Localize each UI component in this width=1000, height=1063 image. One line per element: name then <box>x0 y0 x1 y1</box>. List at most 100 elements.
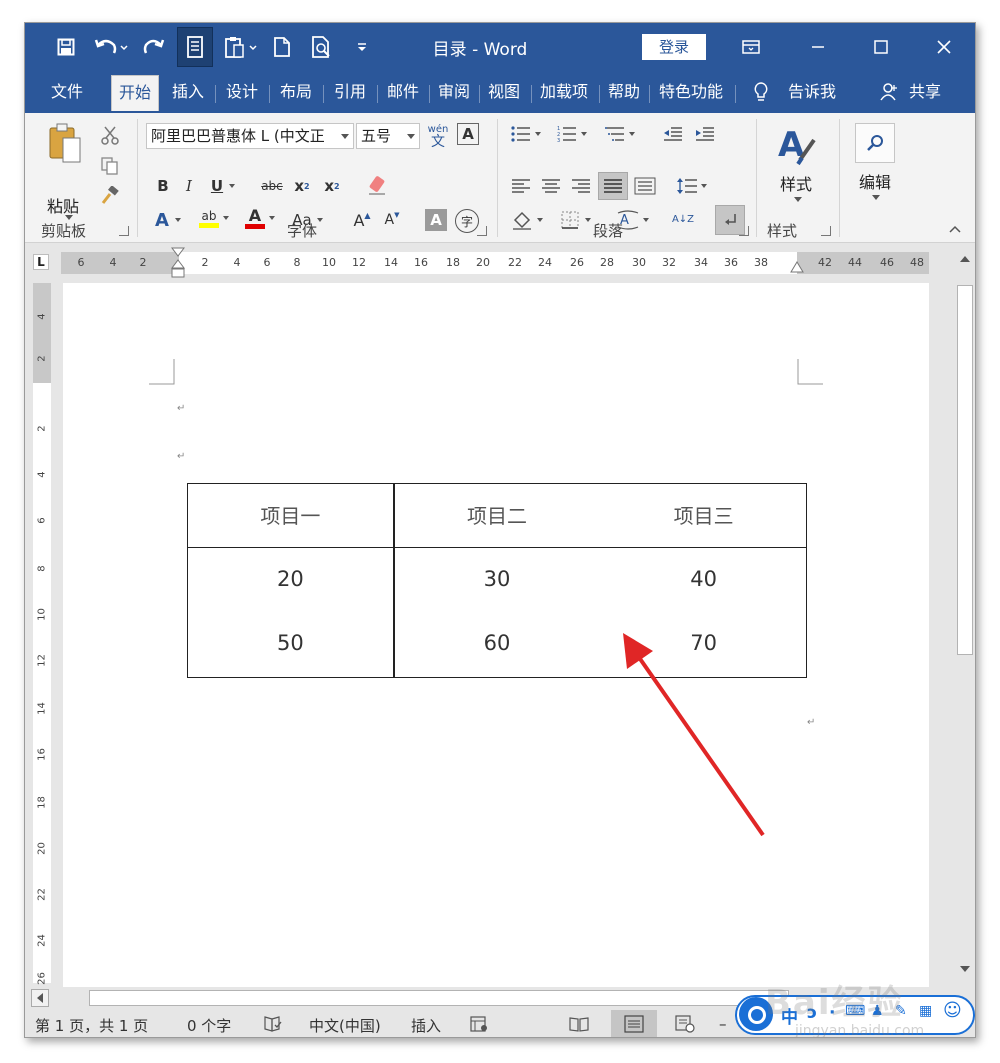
table-cell[interactable]: 50 <box>187 611 394 675</box>
tab-review[interactable]: 审阅 <box>431 75 477 111</box>
char-border-button[interactable]: A <box>457 123 479 145</box>
close-icon[interactable] <box>922 31 966 63</box>
minimize-icon[interactable] <box>796 31 840 63</box>
proofing-icon[interactable] <box>263 1015 283 1033</box>
clear-formatting-icon[interactable] <box>365 173 389 197</box>
macro-record-icon[interactable] <box>469 1015 489 1033</box>
tab-featured[interactable]: 特色功能 <box>651 75 731 111</box>
vertical-scrollbar[interactable] <box>953 249 975 987</box>
language-indicator[interactable]: 中文(中国) <box>309 1015 381 1036</box>
tab-insert[interactable]: 插入 <box>165 75 211 111</box>
font-launcher-icon[interactable] <box>477 226 487 236</box>
editing-button-label[interactable]: 编辑 <box>859 169 891 193</box>
tab-layout[interactable]: 布局 <box>273 75 319 111</box>
redo-icon[interactable] <box>141 31 167 63</box>
decrease-indent-icon[interactable] <box>661 123 685 145</box>
share-button[interactable]: 共享 <box>905 75 945 111</box>
bold-button[interactable]: B <box>153 175 173 197</box>
font-size-select[interactable]: 五号 <box>356 123 420 149</box>
vertical-ruler[interactable]: 4 2 2 4 6 8 10 12 14 16 18 20 22 24 26 <box>33 283 51 985</box>
phonetic-guide-button[interactable]: wén 文 <box>425 121 451 151</box>
ribbon-display-icon[interactable] <box>729 31 773 63</box>
grow-font-button[interactable]: A ▲ <box>351 209 373 231</box>
tab-design[interactable]: 设计 <box>219 75 265 111</box>
customize-toolbar-icon[interactable] <box>353 31 371 63</box>
editing-dropdown-icon[interactable] <box>871 193 881 201</box>
page-count[interactable]: 第 1 页，共 1 页 <box>35 1015 148 1036</box>
share-person-icon[interactable] <box>877 75 901 111</box>
borders-icon[interactable] <box>557 209 591 231</box>
login-button[interactable]: 登录 <box>642 34 706 60</box>
print-layout-view-button[interactable] <box>611 1010 657 1037</box>
table-cell[interactable]: 40 <box>600 547 807 611</box>
superscript-button[interactable]: x2 <box>321 175 343 197</box>
ime-grid-icon[interactable]: ▦ <box>919 1003 932 1019</box>
cut-icon[interactable] <box>99 125 121 147</box>
horizontal-scroll-thumb[interactable] <box>89 990 789 1006</box>
undo-icon[interactable] <box>91 31 131 63</box>
styles-launcher-icon[interactable] <box>821 226 831 236</box>
format-painter-icon[interactable] <box>99 185 121 207</box>
clipboard-launcher-icon[interactable] <box>119 226 129 236</box>
text-effects-button[interactable]: A <box>151 209 181 231</box>
insert-mode[interactable]: 插入 <box>411 1015 441 1036</box>
clipboard-icon[interactable] <box>221 31 261 63</box>
shrink-font-button[interactable]: A ▼ <box>381 209 403 231</box>
shading-icon[interactable] <box>509 209 543 231</box>
copy-icon[interactable] <box>99 155 121 177</box>
paste-label[interactable]: 粘贴 <box>47 193 79 217</box>
char-shading-button[interactable]: A <box>425 209 447 231</box>
styles-dropdown-icon[interactable] <box>793 195 803 203</box>
sort-icon[interactable]: A↓Z <box>671 207 695 233</box>
ime-smile-icon[interactable]: ☺ <box>943 1000 962 1021</box>
word-count[interactable]: 0 个字 <box>187 1015 231 1036</box>
table-header-cell[interactable]: 项目二 <box>393 483 601 548</box>
increase-indent-icon[interactable] <box>693 123 717 145</box>
read-mode-view-icon[interactable] <box>569 1015 589 1033</box>
tab-selector[interactable]: L <box>33 254 49 270</box>
horizontal-ruler[interactable]: L 6 4 2 2 4 6 8 10 12 14 16 18 20 22 24 26 28 30 32 34 36 38 4… <box>25 244 975 280</box>
table-cell[interactable]: 20 <box>187 547 394 611</box>
tab-references[interactable]: 引用 <box>327 75 373 111</box>
tab-mailings[interactable]: 邮件 <box>380 75 426 111</box>
italic-button[interactable]: I <box>179 175 199 197</box>
align-center-icon[interactable] <box>539 175 563 197</box>
indent-markers-left[interactable] <box>168 246 188 280</box>
maximize-icon[interactable] <box>859 31 903 63</box>
save-icon[interactable] <box>51 31 81 63</box>
strikethrough-button[interactable]: abc <box>258 175 286 197</box>
find-icon[interactable] <box>855 123 895 163</box>
multilevel-list-icon[interactable] <box>603 123 635 145</box>
tab-addins[interactable]: 加载项 <box>533 75 595 111</box>
numbering-icon[interactable]: 123 <box>555 123 587 145</box>
align-right-icon[interactable] <box>569 175 593 197</box>
lightbulb-icon[interactable] <box>749 75 773 111</box>
line-spacing-icon[interactable] <box>675 175 707 197</box>
align-left-icon[interactable] <box>509 175 533 197</box>
table-cell[interactable]: 30 <box>394 547 601 611</box>
paragraph-launcher-icon[interactable] <box>739 226 749 236</box>
paste-icon[interactable] <box>45 121 85 165</box>
web-layout-icon[interactable] <box>675 1015 695 1033</box>
tab-home[interactable]: 开始 <box>111 75 159 111</box>
zoom-out-button[interactable]: – <box>719 1015 727 1033</box>
scroll-up-icon[interactable] <box>955 249 975 269</box>
read-mode-icon[interactable] <box>177 27 213 67</box>
document-page[interactable]: ↵ ↵ ↵ 项目一 项目二 项目三 20 30 40 50 60 70 <box>63 283 929 987</box>
scroll-down-icon[interactable] <box>955 959 975 979</box>
table-header-cell[interactable]: 项目一 <box>187 483 394 548</box>
styles-icon[interactable]: A <box>775 121 819 169</box>
scroll-thumb[interactable] <box>957 285 973 655</box>
font-color-button[interactable]: A <box>243 205 275 231</box>
highlight-color-button[interactable]: ab <box>197 205 229 231</box>
enclose-chars-button[interactable]: 字 <box>455 209 479 233</box>
table-cell[interactable]: 60 <box>394 611 601 675</box>
tab-view[interactable]: 视图 <box>481 75 527 111</box>
tab-help[interactable]: 帮助 <box>601 75 647 111</box>
scroll-left-icon[interactable] <box>31 989 49 1007</box>
underline-button[interactable]: U <box>207 175 235 197</box>
font-name-select[interactable]: 阿里巴巴普惠体 L (中文正 <box>146 123 354 149</box>
subscript-button[interactable]: x2 <box>291 175 313 197</box>
table-header-cell[interactable]: 项目三 <box>600 483 807 548</box>
indent-marker-right[interactable] <box>787 260 807 278</box>
